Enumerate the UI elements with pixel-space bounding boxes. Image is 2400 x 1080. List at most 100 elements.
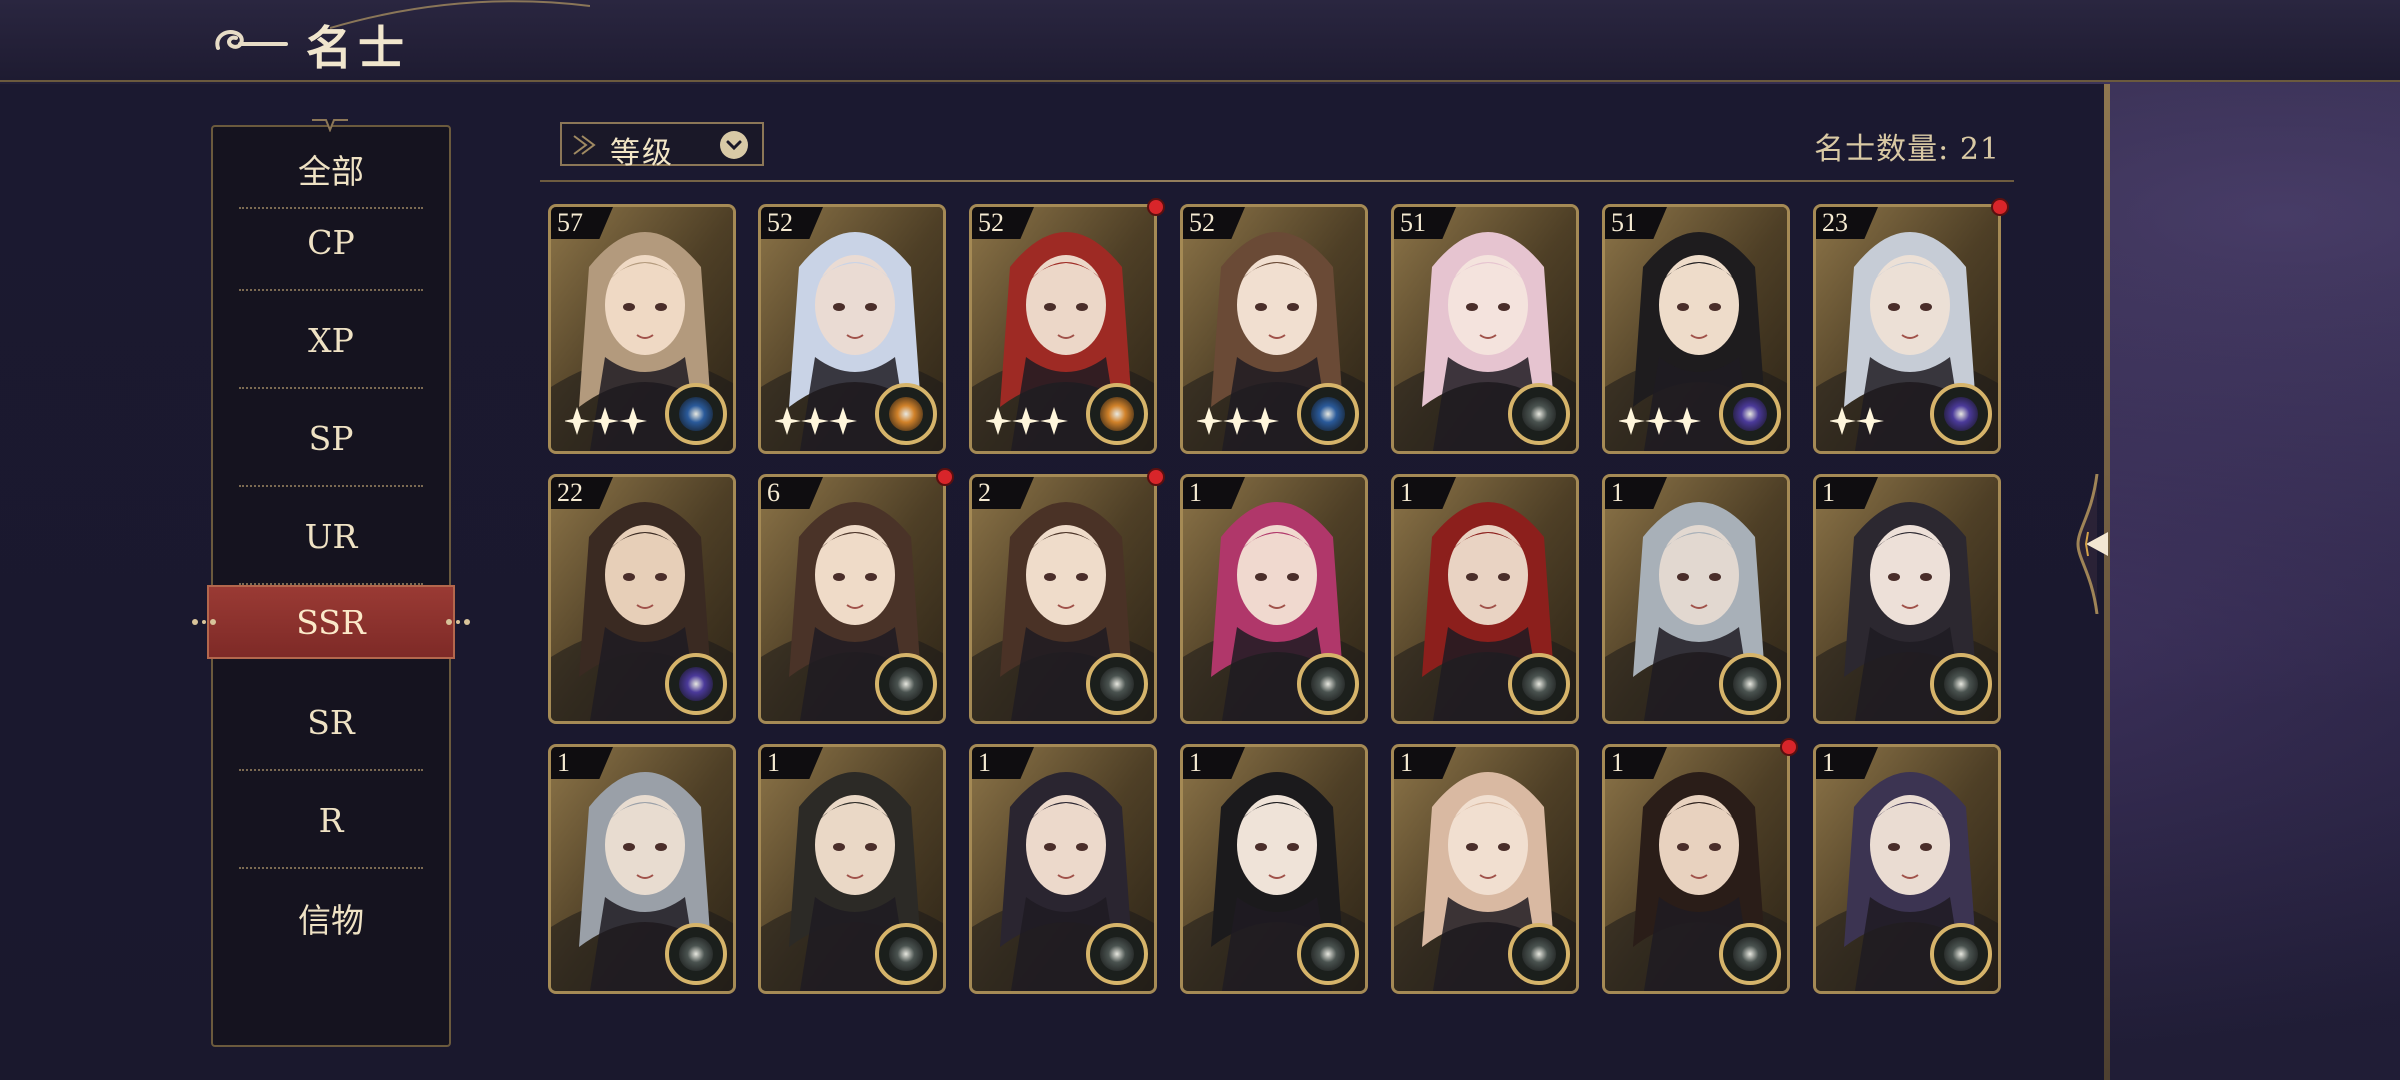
character-card[interactable]: 1 bbox=[1602, 744, 1790, 994]
sidebar-item-sr[interactable]: SR bbox=[213, 673, 449, 771]
character-count: 名士数量: 21 bbox=[1814, 132, 2000, 167]
sidebar-item-label: SP bbox=[308, 418, 354, 458]
category-sidebar: 全部 CP XP SP UR SSR SR R 信物 bbox=[192, 125, 470, 1047]
character-card[interactable]: 1 bbox=[1602, 474, 1790, 724]
emblem-core bbox=[1733, 667, 1767, 701]
page-title: 名士 bbox=[306, 21, 410, 75]
character-card[interactable]: 1 bbox=[1813, 474, 2001, 724]
emblem-core bbox=[679, 937, 713, 971]
character-card[interactable]: 52 bbox=[969, 204, 1157, 454]
sidebar-item-label: CP bbox=[307, 222, 355, 262]
element-emblem-icon bbox=[665, 653, 727, 715]
notification-dot bbox=[1147, 198, 1165, 216]
character-card[interactable]: 1 bbox=[548, 744, 736, 994]
element-emblem-icon bbox=[1930, 653, 1992, 715]
emblem-core bbox=[1733, 937, 1767, 971]
emblem-core bbox=[1522, 397, 1556, 431]
element-emblem-icon bbox=[665, 383, 727, 445]
emblem-core bbox=[679, 397, 713, 431]
character-card[interactable]: 1 bbox=[969, 744, 1157, 994]
sidebar-item-cp[interactable]: CP bbox=[213, 193, 449, 291]
star-rank-icon bbox=[775, 407, 857, 435]
star-rank-icon bbox=[1197, 407, 1279, 435]
character-card[interactable]: 6 bbox=[758, 474, 946, 724]
element-emblem-icon bbox=[1297, 923, 1359, 985]
top-bar: 名士 bbox=[0, 0, 2400, 82]
sort-dropdown[interactable]: 等级 bbox=[560, 122, 764, 171]
sidebar-item-r[interactable]: R bbox=[213, 771, 449, 869]
character-card[interactable]: 51 bbox=[1391, 204, 1579, 454]
tab-ornament-icon bbox=[446, 619, 470, 625]
character-card[interactable]: 57 bbox=[548, 204, 736, 454]
character-card[interactable]: 1 bbox=[1180, 474, 1368, 724]
character-card[interactable]: 1 bbox=[758, 744, 946, 994]
emblem-core bbox=[1100, 397, 1134, 431]
star-rank-icon bbox=[565, 407, 647, 435]
sidebar-item-xp[interactable]: XP bbox=[213, 291, 449, 389]
element-emblem-icon bbox=[1508, 383, 1570, 445]
header-divider bbox=[540, 180, 2014, 182]
element-emblem-icon bbox=[1086, 383, 1148, 445]
sidebar-item-sp[interactable]: SP bbox=[213, 389, 449, 487]
element-emblem-icon bbox=[1719, 653, 1781, 715]
character-card[interactable]: 2 bbox=[969, 474, 1157, 724]
character-card[interactable]: 52 bbox=[1180, 204, 1368, 454]
notification-dot bbox=[1780, 738, 1798, 756]
emblem-core bbox=[889, 937, 923, 971]
emblem-core bbox=[1522, 667, 1556, 701]
character-card[interactable]: 1 bbox=[1813, 744, 2001, 994]
element-emblem-icon bbox=[665, 923, 727, 985]
tab-ornament-icon bbox=[192, 619, 216, 625]
notification-dot bbox=[936, 468, 954, 486]
element-emblem-icon bbox=[875, 383, 937, 445]
emblem-core bbox=[679, 667, 713, 701]
character-card[interactable]: 23 bbox=[1813, 204, 2001, 454]
emblem-core bbox=[1522, 937, 1556, 971]
emblem-core bbox=[1100, 937, 1134, 971]
character-card[interactable]: 51 bbox=[1602, 204, 1790, 454]
chevron-down-icon bbox=[720, 131, 748, 159]
element-emblem-icon bbox=[1508, 923, 1570, 985]
star-rank-icon bbox=[986, 407, 1068, 435]
element-emblem-icon bbox=[1930, 923, 1992, 985]
sidebar-item-token[interactable]: 信物 bbox=[213, 869, 449, 967]
sidebar-item-label: 信物 bbox=[298, 901, 364, 940]
star-rank-icon bbox=[1619, 407, 1701, 435]
character-card[interactable]: 52 bbox=[758, 204, 946, 454]
emblem-core bbox=[1100, 667, 1134, 701]
sort-label: 等级 bbox=[610, 136, 674, 171]
emblem-core bbox=[1944, 937, 1978, 971]
element-emblem-icon bbox=[1930, 383, 1992, 445]
character-card[interactable]: 1 bbox=[1391, 744, 1579, 994]
element-emblem-icon bbox=[1508, 653, 1570, 715]
emblem-core bbox=[1733, 397, 1767, 431]
sidebar-item-ssr[interactable]: SSR bbox=[192, 585, 470, 659]
sidebar-notch-ornament bbox=[312, 119, 348, 132]
sidebar-item-ur[interactable]: UR bbox=[213, 487, 449, 585]
emblem-core bbox=[1311, 667, 1345, 701]
element-emblem-icon bbox=[1719, 923, 1781, 985]
emblem-core bbox=[889, 397, 923, 431]
element-emblem-icon bbox=[1086, 923, 1148, 985]
sidebar-item-label: R bbox=[318, 800, 344, 840]
sidebar-item-label: UR bbox=[304, 516, 358, 556]
character-card[interactable]: 1 bbox=[1180, 744, 1368, 994]
sidebar-item-label: 全部 bbox=[298, 152, 364, 191]
element-emblem-icon bbox=[1297, 653, 1359, 715]
cloud-swirl-icon bbox=[215, 29, 288, 50]
star-rank-icon bbox=[1830, 407, 1884, 435]
expand-arrow-button[interactable] bbox=[2072, 474, 2122, 614]
emblem-core bbox=[889, 667, 923, 701]
emblem-core bbox=[1944, 397, 1978, 431]
element-emblem-icon bbox=[1086, 653, 1148, 715]
notification-dot bbox=[1991, 198, 2009, 216]
element-emblem-icon bbox=[875, 653, 937, 715]
element-emblem-icon bbox=[1719, 383, 1781, 445]
sidebar-item-label: SSR bbox=[296, 602, 366, 642]
element-emblem-icon bbox=[875, 923, 937, 985]
sidebar-item-label: XP bbox=[308, 320, 354, 360]
notification-dot bbox=[1147, 468, 1165, 486]
emblem-core bbox=[1311, 397, 1345, 431]
character-card[interactable]: 1 bbox=[1391, 474, 1579, 724]
character-card[interactable]: 22 bbox=[548, 474, 736, 724]
